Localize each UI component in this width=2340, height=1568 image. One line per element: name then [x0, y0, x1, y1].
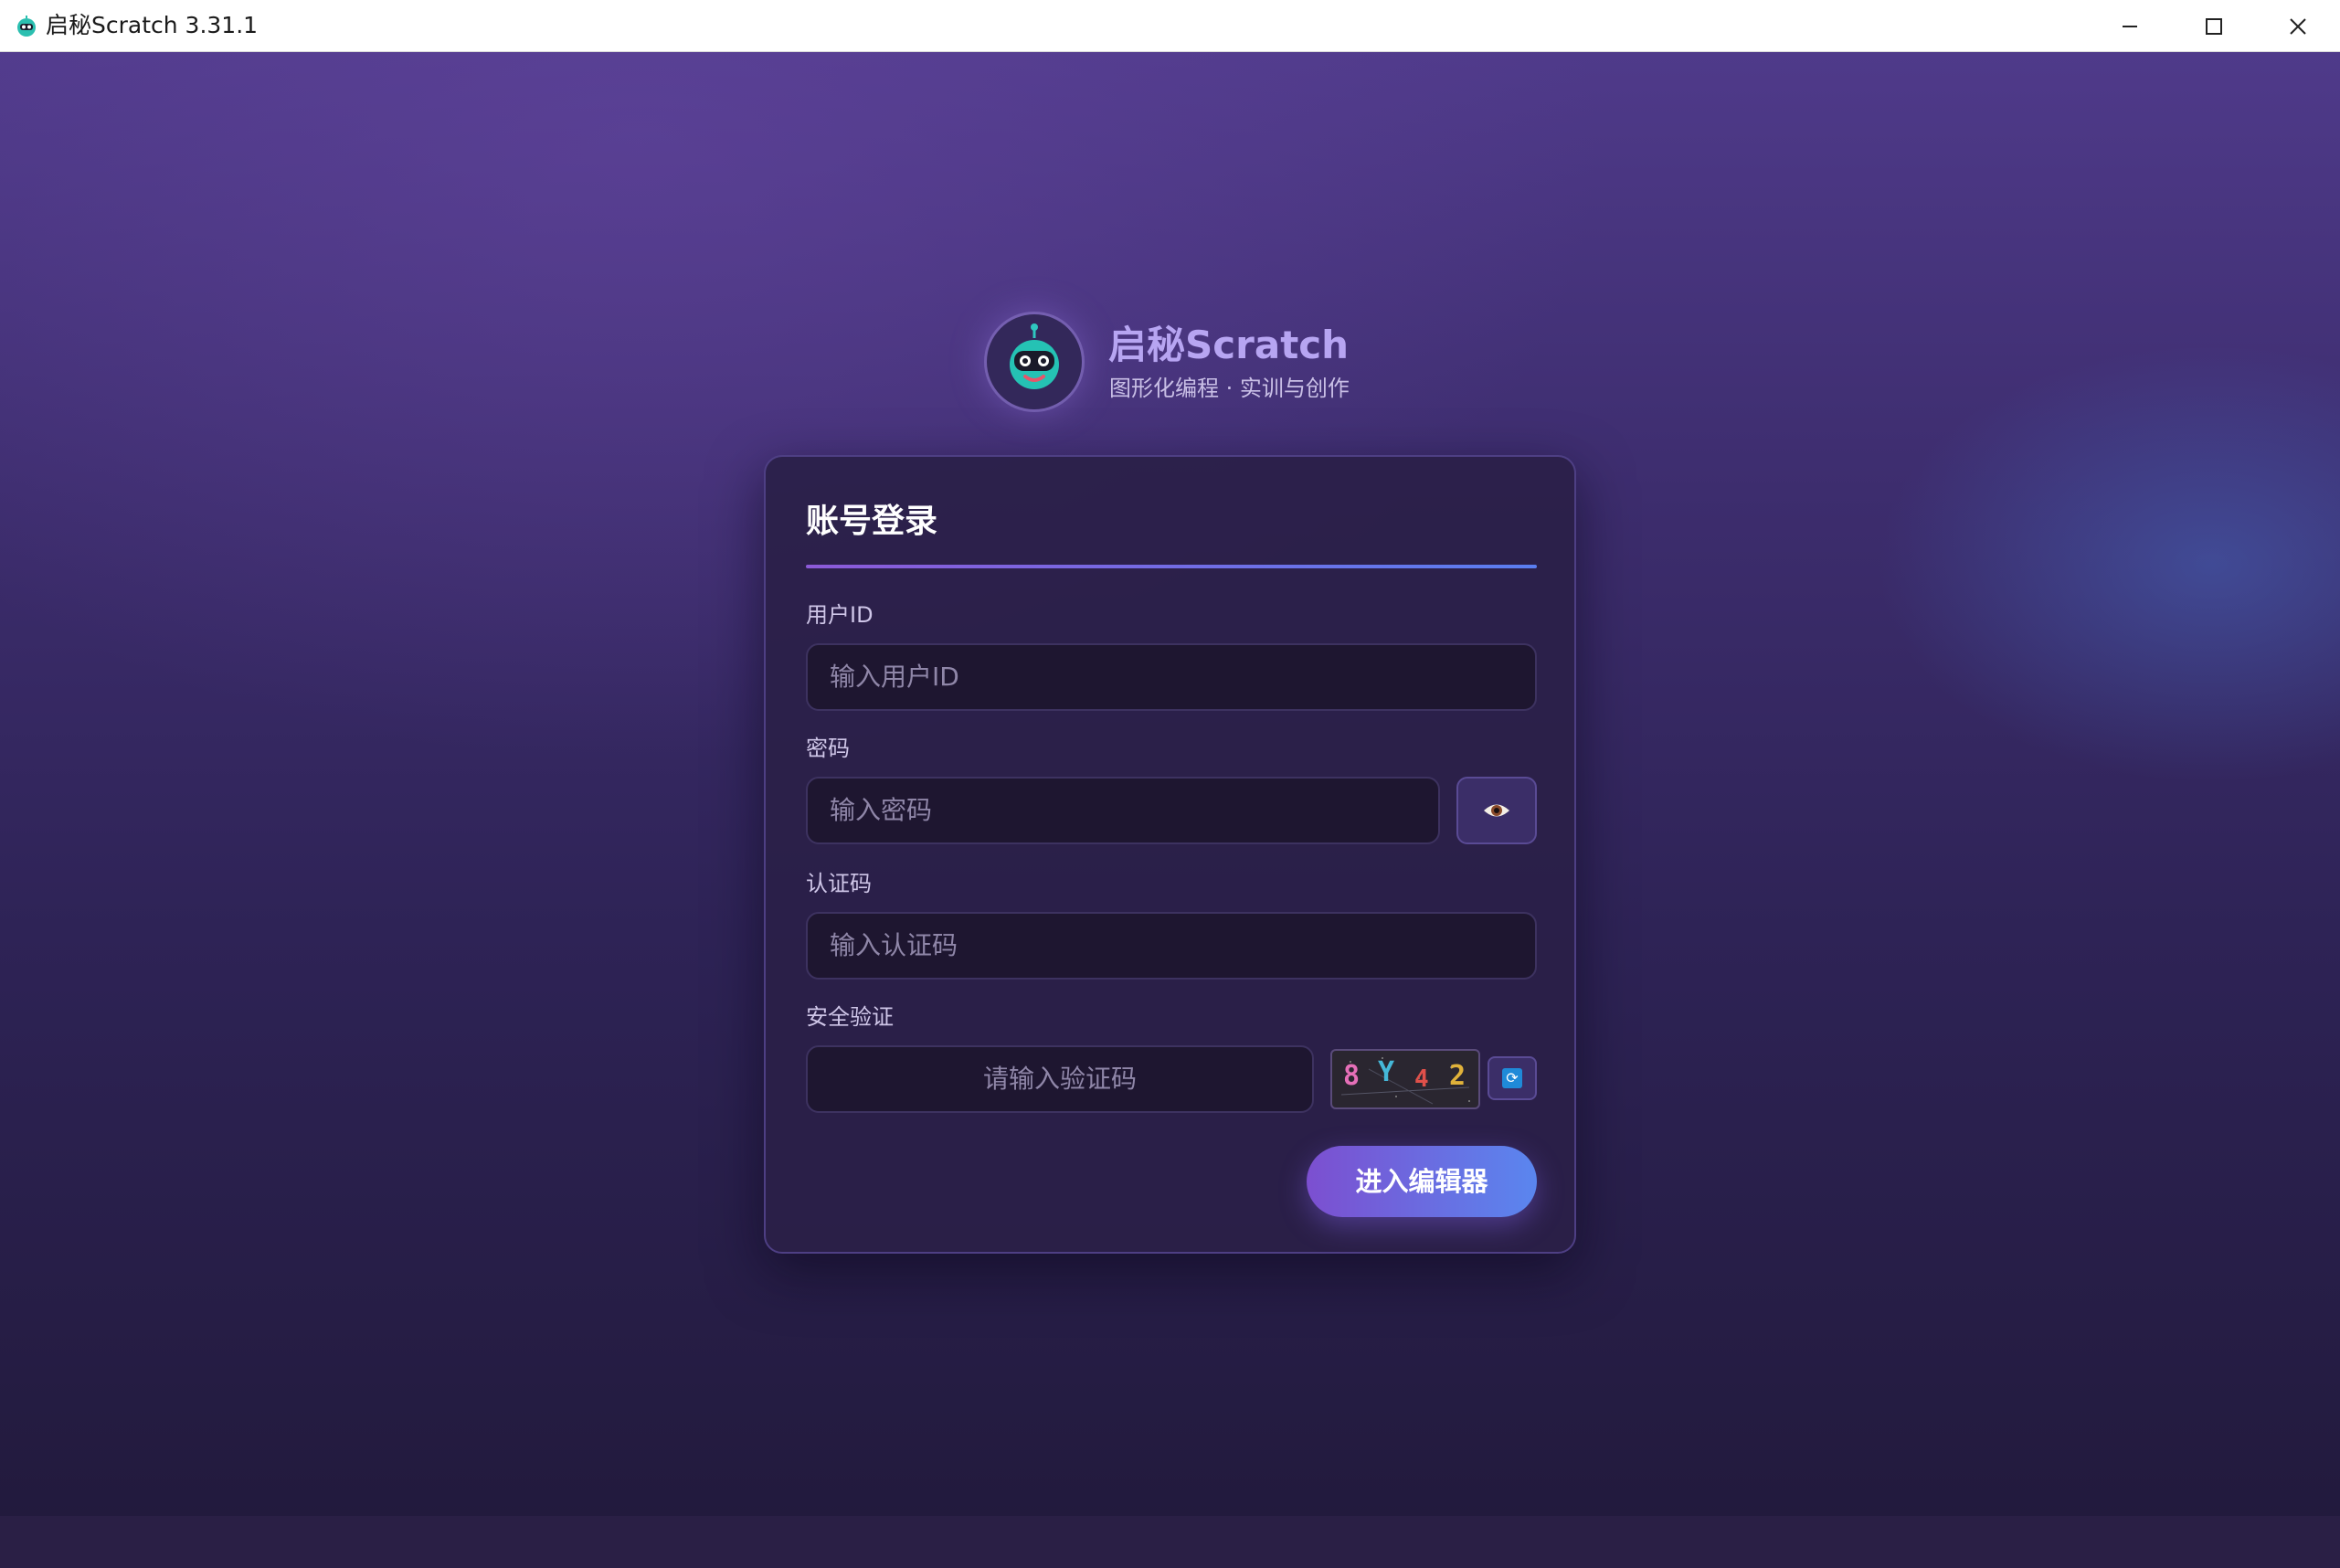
user-id-input[interactable]: 输入用户ID — [806, 643, 1537, 711]
robot-icon — [1010, 323, 1059, 389]
auth-code-placeholder: 输入认证码 — [830, 930, 958, 960]
minimize-button[interactable] — [2088, 0, 2172, 52]
password-input[interactable]: 输入密码 — [806, 777, 1440, 844]
login-title: 账号登录 — [806, 503, 938, 540]
captcha-image[interactable]: 8 Y 4 2 — [1330, 1049, 1480, 1109]
password-placeholder: 输入密码 — [830, 795, 933, 825]
refresh-captcha-button[interactable]: ⟳ — [1488, 1056, 1537, 1100]
window-title: 启秘Scratch 3.31.1 — [46, 12, 259, 38]
auth-code-input[interactable]: 输入认证码 — [806, 912, 1537, 980]
captcha-char-4: 2 — [1449, 1060, 1466, 1092]
maximize-button[interactable] — [2172, 0, 2256, 52]
password-label: 密码 — [806, 736, 850, 761]
captcha-char-3: 4 — [1414, 1065, 1429, 1093]
toggle-password-button[interactable] — [1456, 777, 1537, 844]
eye-icon — [1484, 804, 1509, 817]
window-titlebar: 启秘Scratch 3.31.1 — [0, 0, 2340, 52]
enter-editor-button[interactable]: 进入编辑器 — [1307, 1146, 1537, 1217]
close-icon — [2290, 17, 2306, 35]
user-id-label: 用户ID — [806, 602, 874, 628]
security-label: 安全验证 — [806, 1004, 894, 1030]
login-card: 账号登录 用户ID 输入用户ID 密码 输入密码 认证码 输入认证码 安全验证 … — [764, 455, 1576, 1254]
captcha-char-1: 8 — [1343, 1060, 1361, 1092]
maximize-icon — [2206, 17, 2222, 35]
close-button[interactable] — [2256, 0, 2340, 52]
auth-code-label: 认证码 — [806, 871, 872, 896]
user-id-placeholder: 输入用户ID — [830, 662, 959, 692]
refresh-icon: ⟳ — [1502, 1068, 1522, 1088]
brand-logo — [987, 314, 1082, 409]
minimize-icon — [2123, 25, 2137, 27]
title-divider — [806, 565, 1537, 568]
captcha-placeholder: 请输入验证码 — [982, 1064, 1137, 1094]
brand-subtitle: 图形化编程 · 实训与创作 — [1109, 376, 1350, 401]
brand-title: 启秘Scratch — [1108, 323, 1350, 367]
captcha-char-2: Y — [1378, 1056, 1395, 1088]
captcha-input[interactable]: 请输入验证码 — [806, 1045, 1314, 1113]
robot-icon — [17, 16, 36, 37]
